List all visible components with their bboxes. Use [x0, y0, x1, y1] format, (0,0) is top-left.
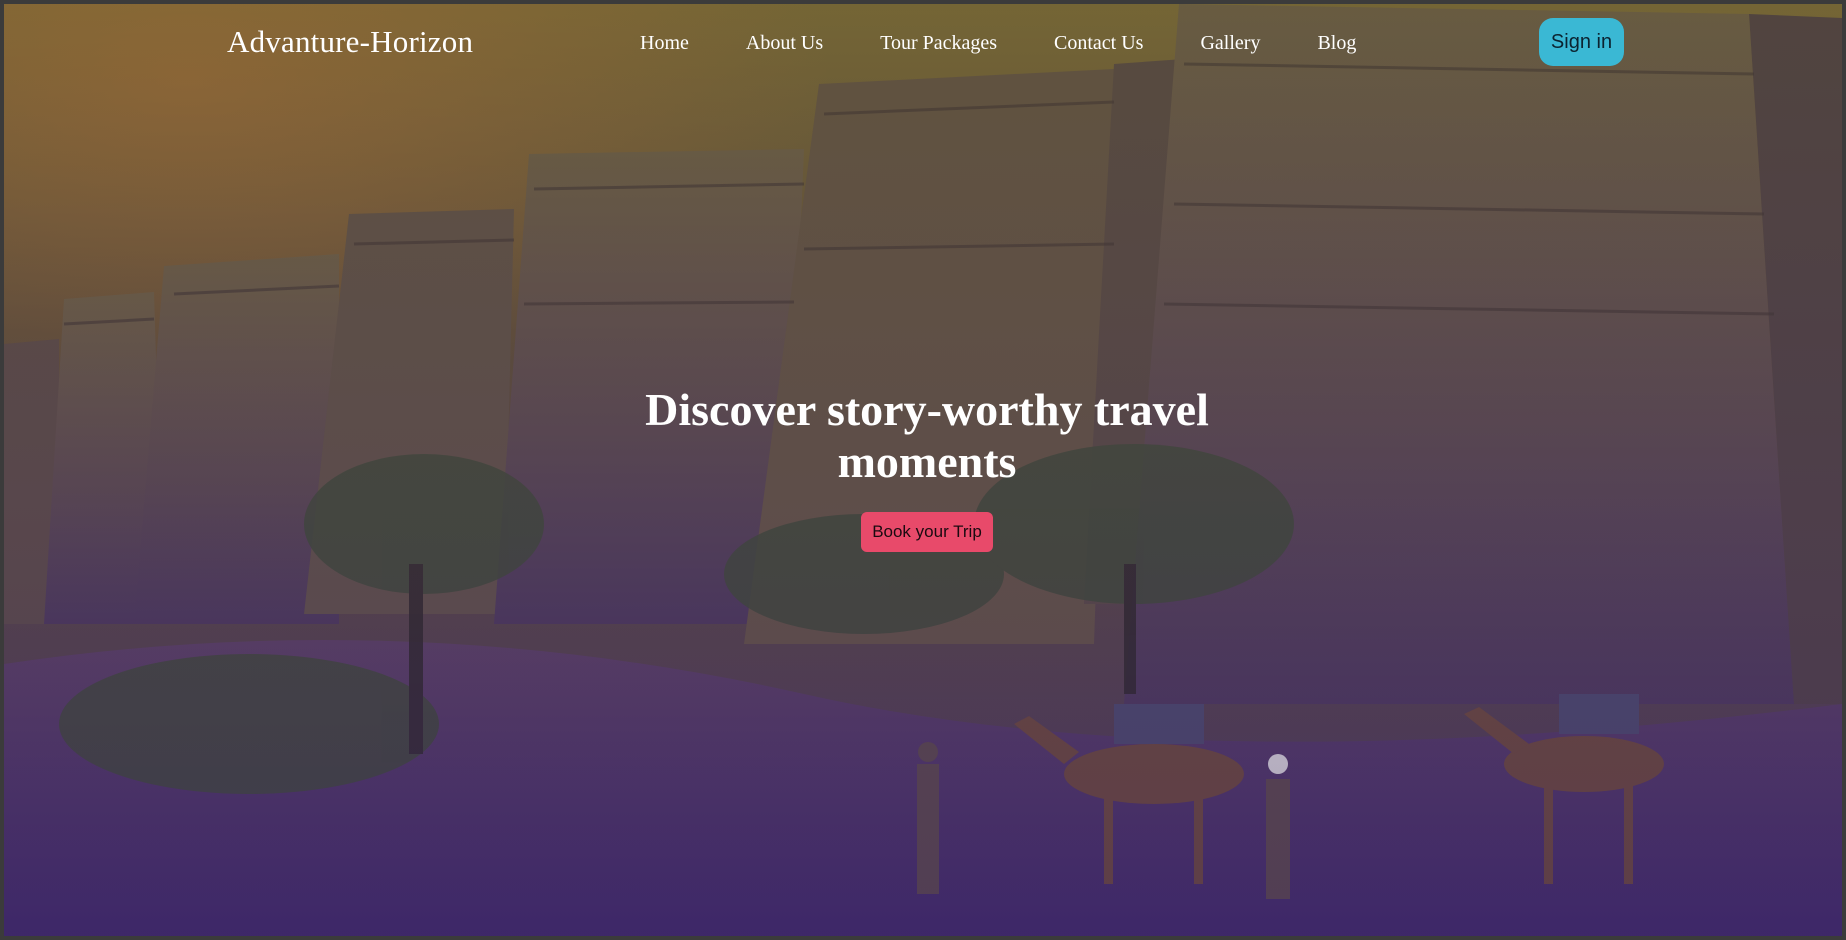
- nav-link-tour-packages[interactable]: Tour Packages: [880, 32, 997, 55]
- top-navbar: Advanture-Horizon Home About Us Tour Pac…: [4, 4, 1842, 84]
- book-trip-button[interactable]: Book your Trip: [861, 512, 993, 552]
- sign-in-button[interactable]: Sign in: [1539, 18, 1624, 66]
- nav-link-contact-us[interactable]: Contact Us: [1054, 32, 1143, 55]
- nav-link-home[interactable]: Home: [640, 32, 689, 55]
- nav-link-about-us[interactable]: About Us: [746, 32, 823, 55]
- page-frame: Advanture-Horizon Home About Us Tour Pac…: [4, 4, 1842, 936]
- hero-content: Discover story-worthy travel moments Boo…: [4, 384, 1842, 552]
- nav-links: Home About Us Tour Packages Contact Us G…: [640, 32, 1413, 55]
- brand-logo[interactable]: Advanture-Horizon: [227, 24, 473, 60]
- nav-link-gallery[interactable]: Gallery: [1200, 32, 1260, 55]
- hero-headline: Discover story-worthy travel moments: [645, 384, 1209, 487]
- nav-link-blog[interactable]: Blog: [1317, 32, 1356, 55]
